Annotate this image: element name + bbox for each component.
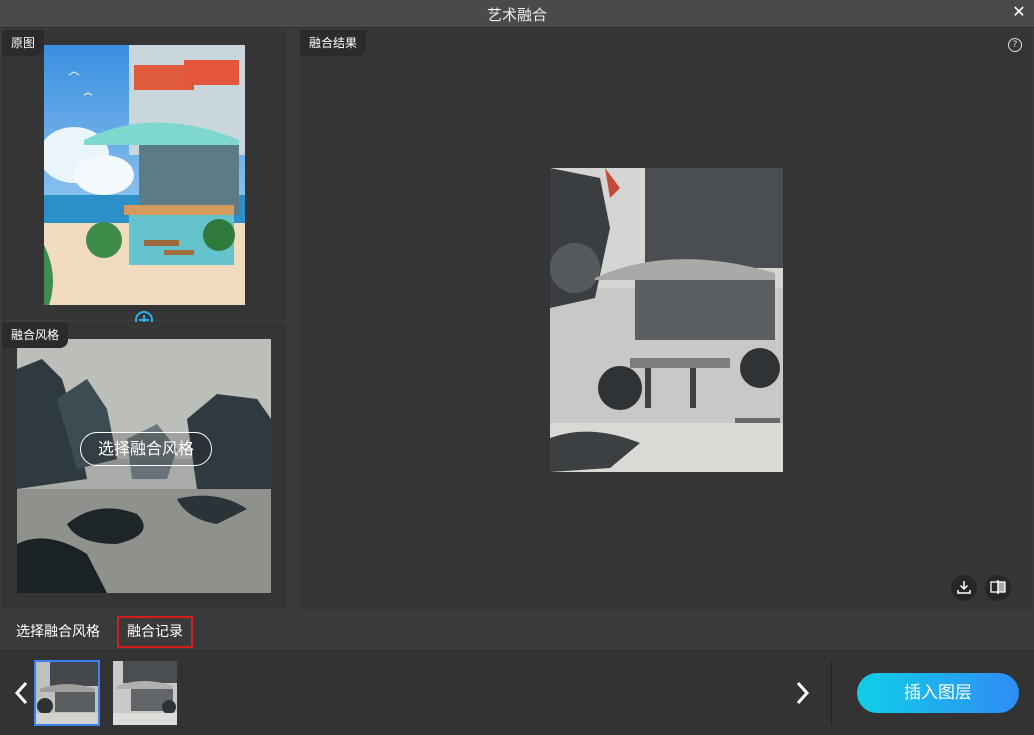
result-label: 融合结果 [300,30,367,56]
compare-button[interactable] [985,575,1011,601]
title-bar: 艺术融合 ✕ [0,0,1034,28]
result-panel: 融合结果 ? [300,30,1032,610]
original-panel: 原图 [2,30,286,320]
tab-fusion-history[interactable]: 融合记录 [117,616,193,648]
result-image [550,168,783,472]
tab-choose-style[interactable]: 选择融合风格 [7,618,109,646]
compare-icon [990,579,1006,598]
chevron-right-icon[interactable] [792,679,812,707]
style-image [17,339,271,593]
insert-layer-button[interactable]: 插入图层 [857,673,1019,713]
window-title: 艺术融合 [486,6,547,24]
download-button[interactable] [951,575,977,601]
download-icon [957,579,971,598]
history-thumb-1[interactable] [34,660,100,726]
history-strip: 插入图层 [0,651,1034,735]
choose-style-button[interactable]: 选择融合风格 [80,432,212,466]
tab-bar: 选择融合风格 融合记录 [0,614,1034,651]
style-panel: 融合风格 选择融合风格 [2,322,286,609]
original-label: 原图 [2,30,45,56]
help-icon[interactable]: ? [1008,38,1022,52]
divider [831,661,832,725]
history-thumb-2[interactable] [113,661,177,725]
chevron-left-icon[interactable] [12,679,32,707]
style-label: 融合风格 [2,322,69,348]
original-image [44,45,245,305]
close-icon[interactable]: ✕ [1009,2,1029,22]
